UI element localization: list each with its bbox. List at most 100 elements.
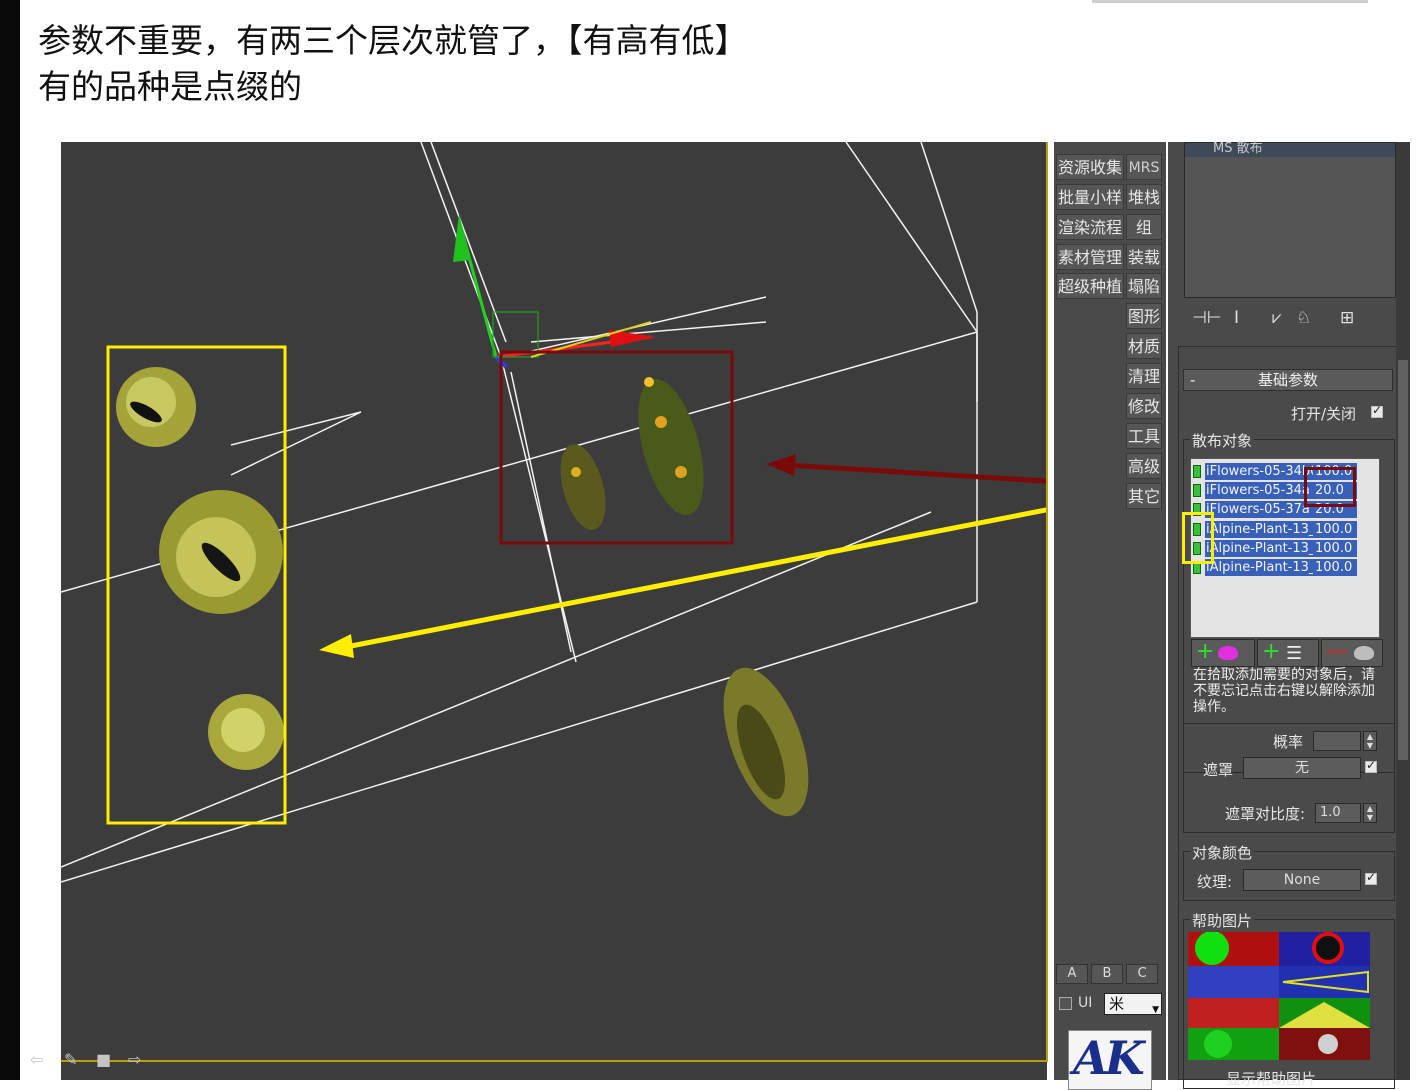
mask-contrast-field[interactable]: 1.0: [1315, 803, 1361, 823]
annotation-note-1: 参数不重要，有两三个层次就管了，【有高有低】: [38, 21, 748, 60]
probability-label: 概率: [1273, 733, 1304, 751]
object-name: iAlpine-Plant-13_: [1205, 559, 1313, 576]
remove-modifier-icon[interactable]: ♘: [1296, 308, 1311, 328]
object-weight[interactable]: 100.0: [1313, 521, 1357, 538]
texture-label: 纹理:: [1197, 873, 1233, 891]
chevron-down-icon: ▼: [1152, 1005, 1159, 1015]
list-icon: ☰: [1286, 643, 1303, 664]
object-name: iFlowers-05-37a: [1205, 501, 1313, 518]
make-unique-icon[interactable]: ⩗: [1272, 308, 1282, 328]
mask-contrast-label: 遮罩对比度:: [1225, 805, 1306, 823]
tool-button-group[interactable]: 组: [1126, 214, 1162, 240]
mask-label: 遮罩: [1203, 761, 1234, 779]
remove-object-button[interactable]: —: [1321, 639, 1383, 667]
pick-help-note: 在拾取添加需要的对象后，请不要忘记点击右键以解除添加操作。: [1193, 667, 1375, 715]
object-color-swatch: [1193, 465, 1201, 478]
object-action-buttons: + + ☰ —: [1191, 639, 1383, 667]
viewport-border-bottom: [61, 1060, 1048, 1062]
top-edge-strip: [1092, 0, 1368, 3]
panel-scrollbar[interactable]: [1396, 142, 1410, 1080]
annotation-note-2: 有的品种是点缀的: [38, 67, 302, 106]
object-name: iAlpine-Plant-13_: [1205, 521, 1313, 538]
panel-scrollbar-thumb[interactable]: [1398, 360, 1408, 760]
previous-arrow-icon[interactable]: ⇦: [30, 1050, 43, 1069]
texture-checkbox[interactable]: [1365, 870, 1377, 885]
tool-button-advanced[interactable]: 高级: [1126, 453, 1162, 479]
tool-button-other[interactable]: 其它: [1126, 483, 1162, 509]
command-panel: MS 散布 ⊣⊢ Ⅰ ⩗ ♘ ⊞ - 基础参数 打开/关闭 散布对象 iFlow…: [1168, 142, 1410, 1089]
tool-button-stack[interactable]: 堆栈: [1126, 184, 1162, 210]
show-help-image-label[interactable]: 显示帮助图片: [1226, 1068, 1316, 1089]
scatter-objects-group-label: 散布对象: [1190, 430, 1255, 451]
pin-stack-icon[interactable]: ⊣⊢: [1192, 308, 1222, 328]
object-color-group-label: 对象颜色: [1190, 842, 1255, 863]
slide-menu-icon[interactable]: ■: [96, 1050, 111, 1069]
swatch-highlight-box: [1182, 512, 1214, 564]
toggle-checkbox[interactable]: [1371, 403, 1383, 418]
tool-button-super-plant[interactable]: 超级种植: [1056, 273, 1124, 299]
left-edge-bar: [0, 0, 20, 1080]
viewport-border-right: [1046, 142, 1048, 1062]
tab-b[interactable]: B: [1091, 964, 1123, 984]
mask-checkbox[interactable]: [1365, 758, 1377, 773]
ui-checkbox[interactable]: [1059, 997, 1072, 1010]
configure-sets-icon[interactable]: ⊞: [1340, 308, 1354, 328]
rollout-title: 基础参数: [1257, 371, 1318, 389]
object-name: iFlowers-05-34b0: [1205, 463, 1313, 480]
mask-button[interactable]: 无: [1243, 757, 1361, 779]
toggle-label: 打开/关闭: [1291, 405, 1357, 423]
tool-button-resource-collect[interactable]: 资源收集: [1056, 154, 1124, 180]
object-color-swatch: [1193, 484, 1201, 497]
tool-button-batch-sample[interactable]: 批量小样: [1056, 184, 1124, 210]
teapot-icon: [1218, 646, 1238, 660]
pen-icon[interactable]: ✎: [64, 1050, 77, 1069]
help-image-group-label: 帮助图片: [1190, 910, 1255, 931]
weight-highlight-box: [1304, 467, 1356, 507]
unit-select[interactable]: 米 ▼: [1104, 993, 1162, 1015]
probability-spinner[interactable]: ▲ ▼: [1363, 731, 1377, 751]
slide-navigation: ⇦ ✎ ■ ⇨: [30, 1050, 150, 1070]
help-image-graphic: [1188, 932, 1370, 1060]
next-arrow-icon[interactable]: ⇨: [128, 1050, 141, 1069]
tab-a[interactable]: A: [1056, 964, 1088, 984]
modifier-stack-item[interactable]: MS 散布: [1185, 142, 1395, 157]
object-name: iAlpine-Plant-13_: [1205, 540, 1313, 557]
object-weight[interactable]: 100.0: [1313, 559, 1357, 576]
tool-button-column: 资源收集 MRS 批量小样 堆栈 渲染流程 组 素材管理 装载 超级种植 塌陷 …: [1054, 142, 1166, 1090]
tool-button-load[interactable]: 装载: [1126, 244, 1162, 270]
tool-button-render-flow[interactable]: 渲染流程: [1056, 214, 1124, 240]
red-arrow: [766, 454, 1047, 484]
logo: AK: [1068, 1030, 1152, 1090]
texture-button[interactable]: None: [1243, 869, 1361, 891]
tool-button-material[interactable]: 材质: [1126, 333, 1162, 359]
modifier-stack-list[interactable]: MS 散布: [1184, 142, 1396, 298]
tab-c[interactable]: C: [1126, 964, 1158, 984]
yellow-arrow: [319, 507, 1047, 658]
tool-button-mrs[interactable]: MRS: [1126, 154, 1162, 180]
tool-button-shape[interactable]: 图形: [1126, 303, 1162, 329]
plant-flower-cluster: [560, 377, 704, 530]
ui-checkbox-label: UI: [1078, 995, 1093, 1011]
probability-field[interactable]: [1313, 731, 1361, 751]
transform-gizmo[interactable]: [453, 214, 656, 369]
mask-contrast-spinner[interactable]: ▲ ▼: [1363, 803, 1377, 823]
3d-viewport[interactable]: [61, 142, 1047, 1080]
tool-button-tools[interactable]: 工具: [1126, 423, 1162, 449]
modifier-stack-tools: ⊣⊢ Ⅰ ⩗ ♘ ⊞: [1184, 306, 1396, 332]
object-weight[interactable]: 100.0: [1313, 540, 1357, 557]
collapse-icon[interactable]: -: [1190, 370, 1195, 390]
show-end-result-icon[interactable]: Ⅰ: [1234, 308, 1239, 328]
viewport-scene: [61, 142, 1047, 883]
rollout-header[interactable]: - 基础参数: [1183, 369, 1393, 391]
plant-shrub: [723, 667, 809, 817]
help-image: [1188, 932, 1370, 1060]
unit-select-value: 米: [1109, 995, 1125, 1013]
add-list-button[interactable]: + ☰: [1257, 639, 1319, 667]
tool-button-clean[interactable]: 清理: [1126, 363, 1162, 389]
tool-button-material-manage[interactable]: 素材管理: [1056, 244, 1124, 270]
logo-text: AK: [1073, 1031, 1145, 1085]
tool-button-modify[interactable]: 修改: [1126, 393, 1162, 419]
tool-button-collapse[interactable]: 塌陷: [1126, 273, 1162, 299]
add-object-button[interactable]: +: [1191, 639, 1255, 667]
object-name: iFlowers-05-34a: [1205, 482, 1313, 499]
